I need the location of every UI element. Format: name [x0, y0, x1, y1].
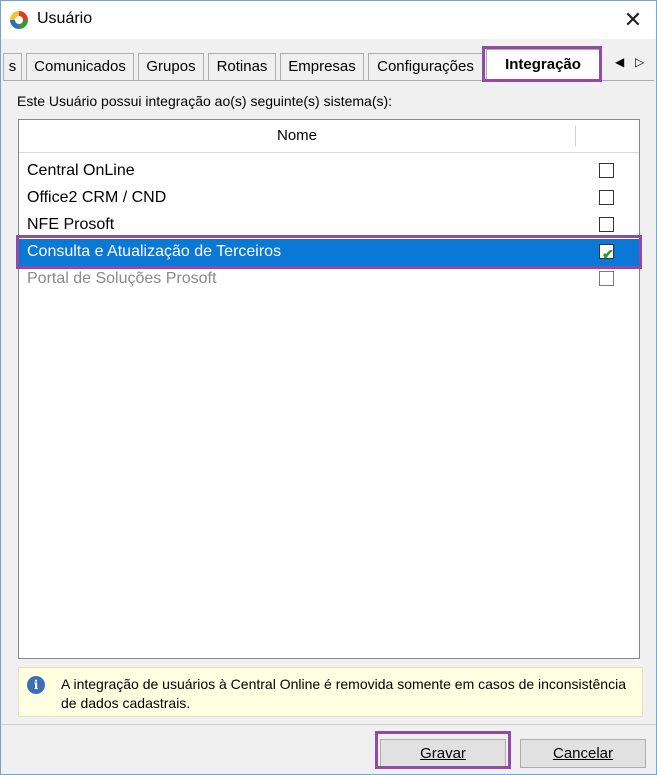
tab-scroll-left-icon[interactable]: ◀ [615, 55, 624, 69]
tab-comunicados[interactable]: Comunicados [26, 53, 134, 80]
grid-row-selected[interactable]: Consulta e Atualização de Terceiros ✔ [19, 239, 639, 266]
save-button[interactable]: Gravar [380, 739, 506, 768]
tab-grupos[interactable]: Grupos [138, 53, 204, 80]
grid-row[interactable]: NFE Prosoft [19, 212, 639, 239]
grid-row-disabled: Portal de Soluções Prosoft [19, 266, 639, 293]
info-icon: i [27, 676, 45, 694]
tab-integracao[interactable]: Integração [486, 49, 600, 80]
info-text: A integração de usuários à Central Onlin… [61, 676, 626, 711]
row-checkbox[interactable] [599, 190, 614, 205]
tab-scroll-right-icon[interactable]: ▷ [635, 55, 644, 69]
row-checkbox [599, 271, 614, 286]
window-title: Usuário [37, 10, 93, 27]
row-checkbox-checked[interactable]: ✔ [599, 244, 614, 262]
close-icon[interactable]: ✕ [613, 3, 653, 37]
user-dialog: Usuário ✕ s Comunicados Grupos Rotinas E… [0, 0, 657, 775]
tab-rotinas[interactable]: Rotinas [208, 53, 276, 80]
cancel-button[interactable]: Cancelar [520, 739, 646, 768]
column-header-nome[interactable]: Nome [19, 120, 575, 152]
tab-partial[interactable]: s [3, 53, 22, 80]
row-label: Consulta e Atualização de Terceiros [27, 243, 282, 260]
row-label: Office2 CRM / CND [27, 189, 167, 206]
column-separator[interactable] [575, 126, 576, 146]
integration-grid: Nome Central OnLine Office2 CRM / CND NF… [18, 119, 640, 659]
tab-empresas[interactable]: Empresas [280, 53, 364, 80]
row-label: Central OnLine [27, 162, 135, 179]
row-checkbox[interactable] [599, 217, 614, 232]
row-label: NFE Prosoft [27, 216, 115, 233]
app-logo-icon [10, 11, 28, 29]
grid-row[interactable]: Office2 CRM / CND [19, 185, 639, 212]
row-label: Portal de Soluções Prosoft [27, 270, 217, 287]
info-bar: i A integração de usuários à Central Onl… [18, 667, 643, 717]
title-bar[interactable]: Usuário ✕ [1, 1, 656, 39]
checkmark-icon: ✔ [602, 246, 614, 262]
grid-header: Nome [19, 120, 639, 153]
tab-strip: s Comunicados Grupos Rotinas Empresas Co… [1, 49, 656, 81]
integration-description: Este Usuário possui integração ao(s) seg… [17, 93, 393, 109]
row-checkbox[interactable] [599, 163, 614, 178]
grid-row[interactable]: Central OnLine [19, 158, 639, 185]
tab-configuracoes[interactable]: Configurações [368, 53, 483, 80]
